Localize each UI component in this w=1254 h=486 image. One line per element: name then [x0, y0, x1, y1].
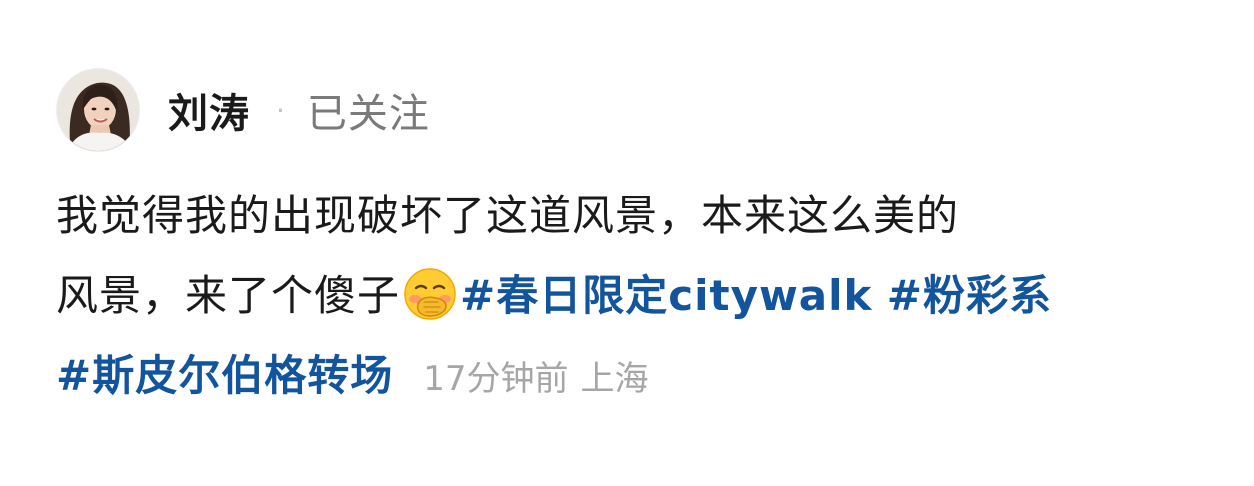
separator-dot: ·	[276, 93, 285, 127]
post-text: 风景，来了个傻子	[56, 271, 401, 320]
post-text-line-1: 我觉得我的出现破坏了这道风景，本来这么美的	[56, 176, 1206, 256]
weibo-post: 刘涛 · 已关注 我觉得我的出现破坏了这道风景，本来这么美的 风景，来了个傻子 …	[0, 0, 1254, 486]
avatar-portrait-icon	[57, 69, 139, 151]
hashtag-link[interactable]: #春日限定citywalk	[460, 271, 872, 320]
post-time: 17分钟前	[423, 359, 569, 399]
post-header: 刘涛 · 已关注	[56, 68, 430, 152]
post-content: 我觉得我的出现破坏了这道风景，本来这么美的 风景，来了个傻子 #春日限定city…	[56, 176, 1206, 416]
post-text: 我觉得我的出现破坏了这道风景，本来这么美的	[56, 191, 960, 240]
author-name[interactable]: 刘涛	[168, 81, 250, 139]
post-text-line-3: #斯皮尔伯格转场 17分钟前 上海	[56, 336, 1206, 416]
post-text-line-2: 风景，来了个傻子 #春日限定citywalk #粉彩系	[56, 256, 1206, 336]
hand-over-mouth-emoji-icon	[404, 268, 456, 320]
avatar[interactable]	[56, 68, 140, 152]
post-location[interactable]: 上海	[580, 359, 648, 399]
hashtag-link[interactable]: #斯皮尔伯格转场	[56, 351, 393, 400]
hashtag-link[interactable]: #粉彩系	[887, 271, 1052, 320]
follow-status-button[interactable]: 已关注	[307, 81, 430, 139]
